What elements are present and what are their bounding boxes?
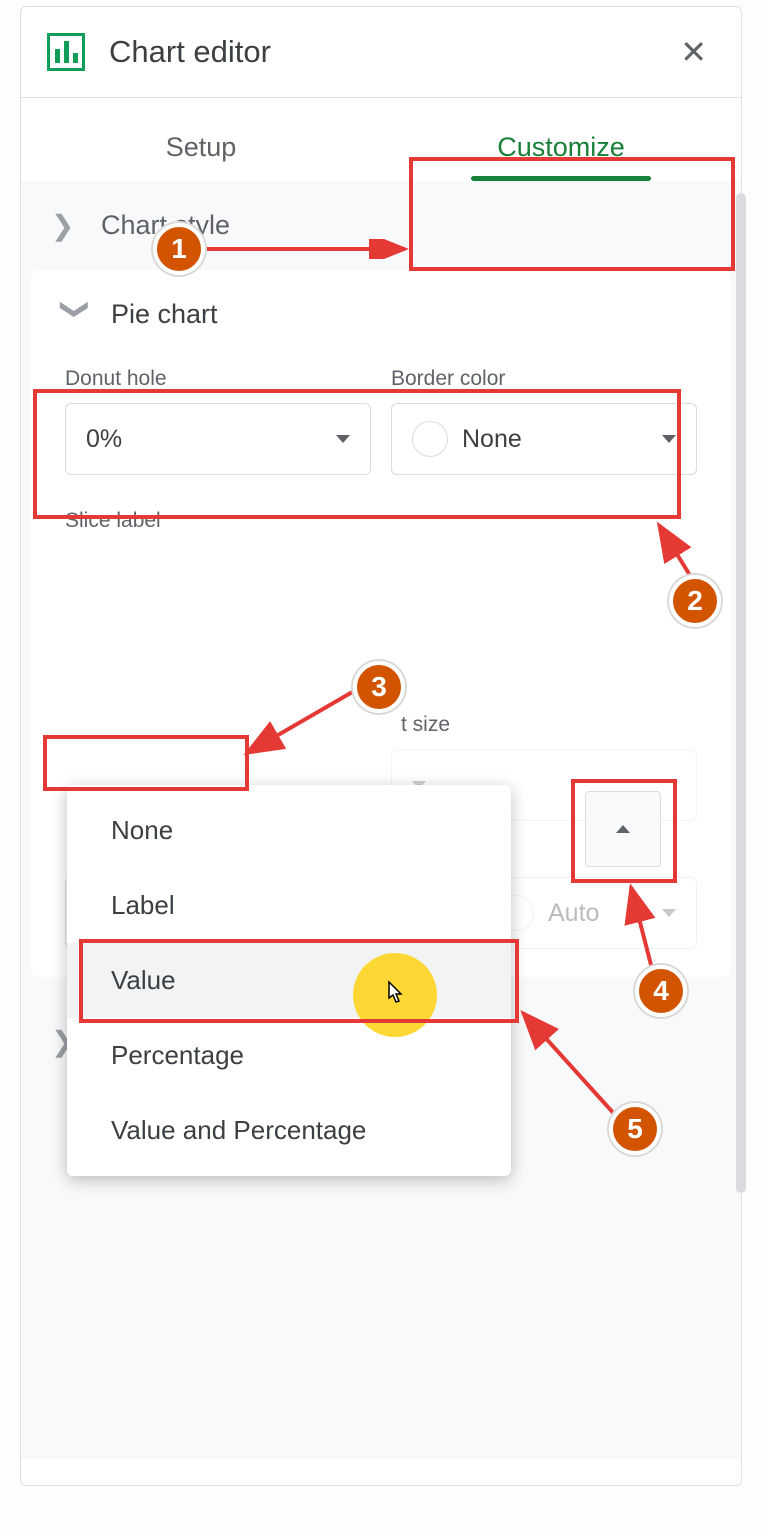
menu-item-value-and-percentage[interactable]: Value and Percentage	[67, 1093, 511, 1168]
menu-item-label[interactable]: Label	[67, 868, 511, 943]
border-color-value: None	[462, 425, 662, 454]
cursor-highlight	[353, 953, 437, 1037]
chart-editor-panel: Chart editor ✕ Setup Customize ❯ Chart s…	[20, 6, 742, 1486]
section-title: Pie chart	[111, 299, 218, 330]
annotation-badge-4: 4	[635, 965, 687, 1017]
panel-header: Chart editor ✕	[21, 7, 741, 98]
annotation-badge-3: 3	[353, 661, 405, 713]
annotation-badge-1: 1	[153, 223, 205, 275]
tab-bar: Setup Customize	[21, 98, 741, 181]
chevron-down-icon	[336, 435, 350, 443]
chevron-right-icon: ❯	[51, 209, 81, 242]
donut-hole-select[interactable]: 0%	[65, 403, 371, 475]
font-size-label-partial: t size	[401, 713, 697, 737]
annotation-badge-5: 5	[609, 1103, 661, 1155]
border-color-label: Border color	[391, 367, 697, 391]
chevron-down-icon	[662, 435, 676, 443]
slice-label-label: Slice label	[65, 509, 697, 533]
tab-setup[interactable]: Setup	[21, 120, 381, 181]
chart-icon	[47, 33, 85, 71]
scrollbar-thumb[interactable]	[736, 193, 746, 1193]
panel-title: Chart editor	[109, 34, 672, 70]
chevron-down-icon: ❯	[60, 298, 93, 328]
section-chart-style[interactable]: ❯ Chart style	[21, 181, 741, 270]
donut-hole-label: Donut hole	[65, 367, 371, 391]
chevron-up-icon	[616, 825, 630, 833]
menu-item-percentage[interactable]: Percentage	[67, 1018, 511, 1093]
text-color-value: Auto	[548, 899, 662, 928]
menu-item-none[interactable]: None	[67, 793, 511, 868]
annotation-badge-2: 2	[669, 575, 721, 627]
section-pie-chart[interactable]: ❯ Pie chart	[31, 270, 731, 359]
menu-item-value[interactable]: Value	[67, 943, 511, 1018]
donut-hole-value: 0%	[86, 425, 336, 454]
tab-customize[interactable]: Customize	[381, 120, 741, 181]
slice-label-menu: None Label Value Percentage Value and Pe…	[67, 785, 511, 1176]
chevron-down-icon	[662, 909, 676, 917]
border-color-select[interactable]: None	[391, 403, 697, 475]
close-icon[interactable]: ✕	[672, 29, 715, 75]
color-swatch	[412, 421, 448, 457]
stepper-up-button[interactable]	[585, 791, 661, 867]
